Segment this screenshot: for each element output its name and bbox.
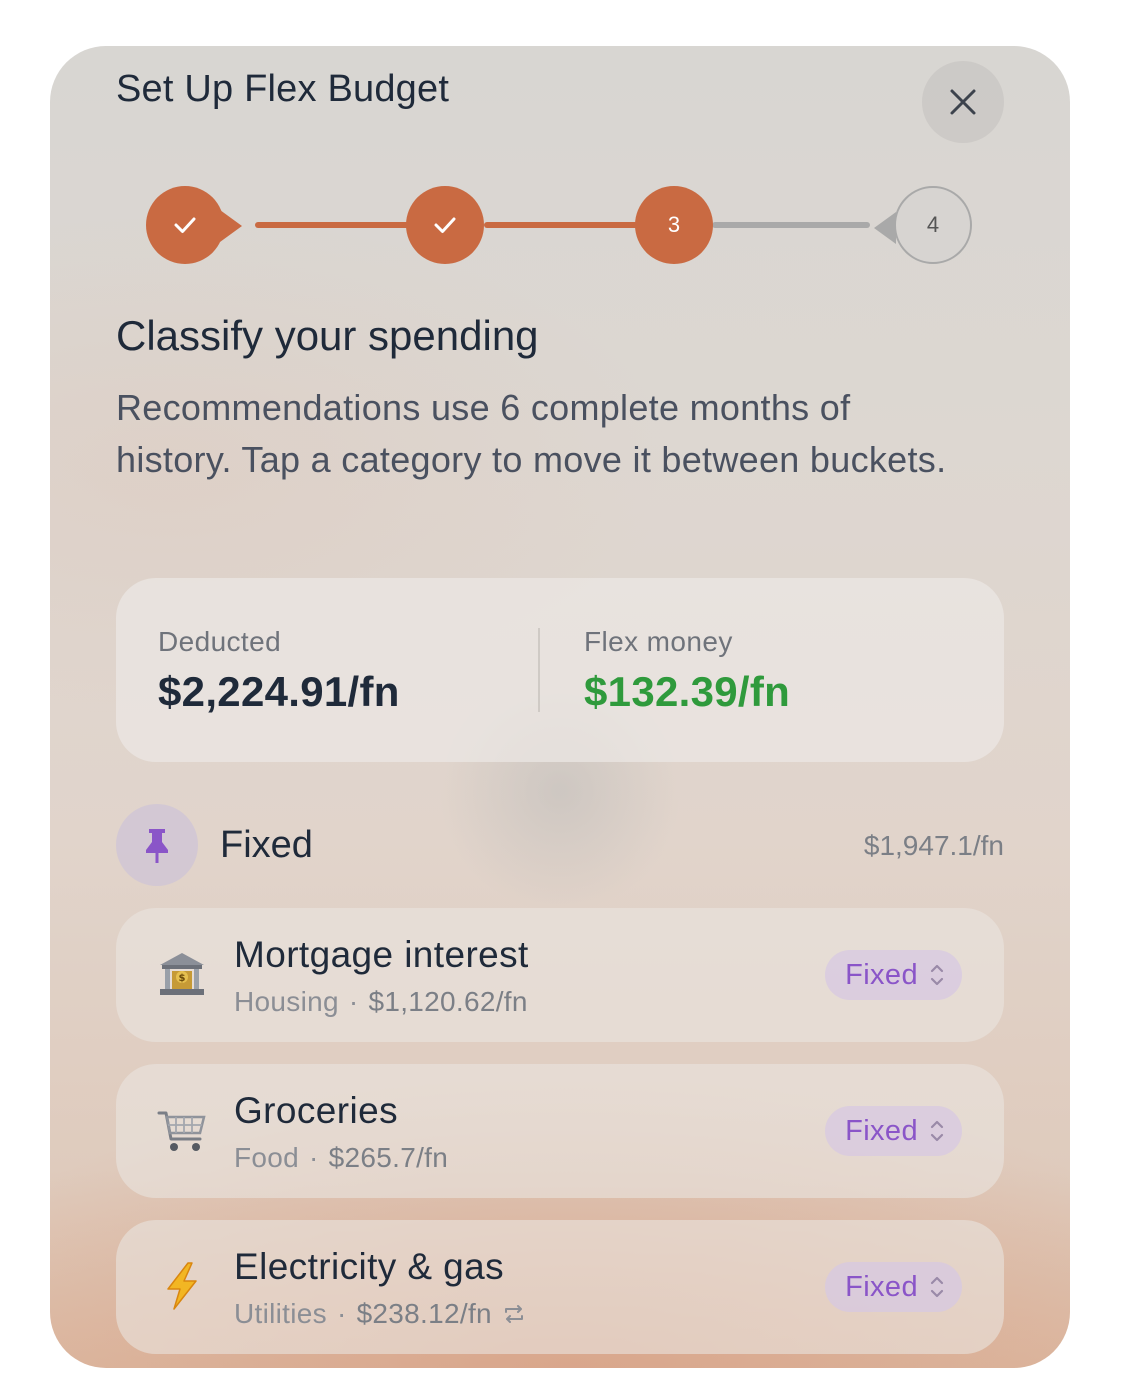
flex-money-block: Flex money $132.39/fn — [584, 626, 790, 716]
category-row-mortgage-interest[interactable]: $ Mortgage interest Housing · $1,120.62/… — [116, 908, 1004, 1042]
progress-stepper: 3 4 — [50, 176, 1070, 276]
fixed-section-header: Fixed $1,947.1/fn — [116, 804, 1004, 886]
meta-separator: · — [336, 1298, 347, 1329]
deducted-value: $2,224.91/fn — [158, 668, 400, 715]
bucket-label: Fixed — [845, 958, 918, 991]
step-1 — [146, 186, 242, 264]
row-category: Utilities — [234, 1298, 327, 1329]
deducted-label: Deducted — [158, 626, 282, 657]
section-title: Fixed — [220, 824, 313, 866]
recurring-icon — [504, 1305, 523, 1323]
step-3: 3 — [635, 186, 713, 264]
row-name: Groceries — [234, 1090, 398, 1131]
row-name: Electricity & gas — [234, 1246, 504, 1287]
category-row-electricity-gas[interactable]: Electricity & gas Utilities · $238.12/fn… — [116, 1220, 1004, 1354]
shopping-cart-icon — [156, 1104, 208, 1156]
step-2 — [406, 186, 484, 264]
flex-money-label: Flex money — [584, 626, 733, 657]
row-category: Housing — [234, 986, 339, 1017]
row-meta: Housing · $1,120.62/fn — [234, 986, 528, 1018]
meta-separator: · — [309, 1142, 319, 1173]
row-meta: Food · $265.7/fn — [234, 1142, 448, 1174]
page-heading: Classify your spending — [116, 312, 539, 359]
step-connector-3 — [712, 222, 870, 228]
sheet-title: Set Up Flex Budget — [116, 68, 450, 110]
chevron-up-down-icon — [930, 1276, 944, 1298]
row-amount: $238.12/fn — [356, 1298, 492, 1329]
pin-icon — [146, 829, 168, 863]
lightning-icon — [156, 1260, 208, 1312]
close-button[interactable] — [922, 61, 1004, 143]
chevron-up-down-icon — [930, 1120, 944, 1142]
row-amount: $1,120.62/fn — [368, 986, 528, 1017]
bucket-label: Fixed — [845, 1270, 918, 1303]
row-category: Food — [234, 1142, 300, 1173]
section-total: $1,947.1/fn — [863, 830, 1004, 861]
step-3-number: 3 — [667, 212, 681, 237]
bucket-select[interactable]: Fixed — [825, 1106, 962, 1156]
step-4-number: 4 — [926, 212, 940, 237]
meta-separator: · — [348, 986, 359, 1017]
bucket-select[interactable]: Fixed — [825, 950, 962, 1000]
svg-text:$: $ — [179, 973, 186, 984]
deducted-block: Deducted $2,224.91/fn — [158, 626, 400, 716]
step-4: 4 — [874, 186, 972, 264]
budget-summary-card: Deducted $2,224.91/fn Flex money $132.39… — [116, 578, 1004, 762]
category-row-groceries[interactable]: Groceries Food · $265.7/fn Fixed — [116, 1064, 1004, 1198]
flex-money-value: $132.39/fn — [584, 668, 791, 715]
summary-divider — [538, 628, 540, 712]
row-amount: $265.7/fn — [328, 1142, 449, 1173]
bucket-select[interactable]: Fixed — [825, 1262, 962, 1312]
row-name: Mortgage interest — [234, 934, 529, 975]
step-connector-2 — [484, 222, 642, 228]
row-meta: Utilities · $238.12/fn — [234, 1298, 526, 1330]
chevron-up-down-icon — [930, 964, 944, 986]
flex-budget-sheet: Set Up Flex Budget 3 4 Classify your spe… — [50, 46, 1070, 1368]
bank-icon: $ — [156, 948, 208, 1000]
check-icon — [434, 217, 456, 233]
page-description: Recommendations use 6 complete months of… — [116, 387, 947, 480]
step-connector-1 — [255, 222, 413, 228]
pin-icon-badge — [116, 804, 198, 886]
close-icon — [950, 89, 976, 115]
bucket-label: Fixed — [845, 1114, 918, 1147]
check-icon — [174, 217, 196, 233]
